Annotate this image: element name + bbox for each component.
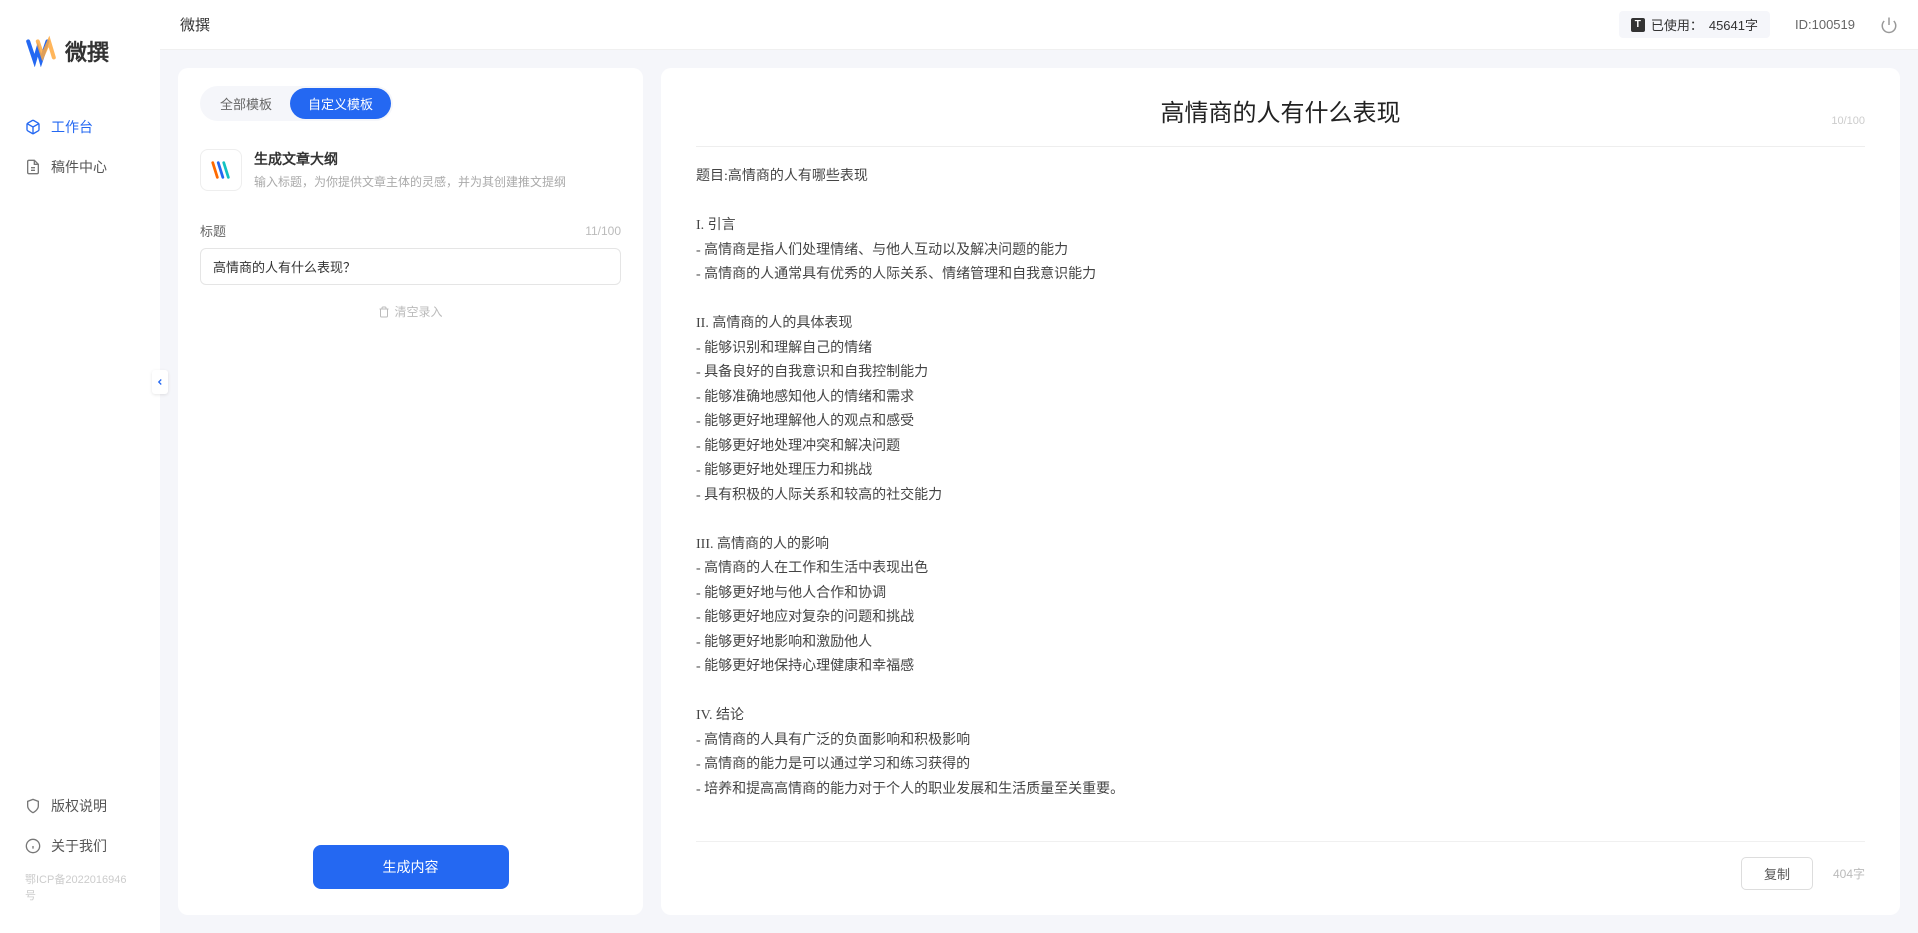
brand-logo: 微撰 — [0, 15, 160, 107]
template-tabs: 全部模板 自定义模板 — [200, 86, 393, 121]
power-icon[interactable] — [1880, 16, 1898, 34]
title-char-counter: 11/100 — [585, 224, 621, 238]
title-input[interactable] — [200, 248, 621, 285]
tab-all-templates[interactable]: 全部模板 — [202, 88, 290, 119]
nav-label: 稿件中心 — [51, 157, 107, 177]
icp-text: 鄂ICP备2022016946号 — [0, 866, 160, 908]
nav-label: 工作台 — [51, 117, 93, 137]
sidebar-item-about[interactable]: 关于我们 — [0, 826, 160, 866]
nav-label: 版权说明 — [51, 796, 107, 816]
clear-label: 清空录入 — [394, 303, 442, 320]
text-badge-icon: T — [1631, 18, 1645, 32]
trash-icon — [378, 306, 390, 318]
sidebar-item-copyright[interactable]: 版权说明 — [0, 786, 160, 826]
tab-custom-template[interactable]: 自定义模板 — [290, 88, 391, 119]
copy-button[interactable]: 复制 — [1741, 857, 1813, 890]
nav-label: 关于我们 — [51, 836, 107, 856]
app-title: 微撰 — [180, 14, 210, 35]
generate-button[interactable]: 生成内容 — [313, 845, 509, 889]
sidebar: 微撰 工作台 稿件中心 版权说明 关于我们 鄂ICP备202201 — [0, 0, 160, 933]
output-title-counter: 10/100 — [1831, 115, 1865, 127]
usage-value: 45641字 — [1709, 15, 1758, 34]
usage-label: 已使用： — [1651, 15, 1703, 34]
output-title: 高情商的人有什么表现 — [696, 93, 1865, 128]
logo-text: 微撰 — [65, 35, 109, 67]
clear-input-button[interactable]: 清空录入 — [200, 303, 621, 320]
output-body: 题目:高情商的人有哪些表现 I. 引言 - 高情商是指人们处理情绪、与他人互动以… — [696, 165, 1865, 831]
template-icon — [200, 149, 242, 191]
output-panel: 高情商的人有什么表现 10/100 题目:高情商的人有哪些表现 I. 引言 - … — [661, 68, 1900, 915]
template-card: 生成文章大纲 输入标题，为你提供文章主体的灵感，并为其创建推文提纲 — [200, 139, 621, 201]
usage-badge: T 已使用： 45641字 — [1619, 11, 1770, 38]
shield-icon — [25, 798, 41, 814]
output-char-count: 404字 — [1833, 865, 1865, 882]
logo-icon — [25, 35, 57, 67]
info-icon — [25, 838, 41, 854]
cube-icon — [25, 119, 41, 135]
input-panel: 全部模板 自定义模板 生成文章大纲 输入标题，为你提供文章主体的灵感，并为其创建… — [178, 68, 643, 915]
sidebar-item-workbench[interactable]: 工作台 — [0, 107, 160, 147]
sidebar-collapse-toggle[interactable] — [152, 370, 168, 394]
template-title: 生成文章大纲 — [254, 149, 566, 169]
field-label-title: 标题 — [200, 221, 226, 240]
topbar: 微撰 T 已使用： 45641字 ID:100519 — [160, 0, 1918, 50]
doc-icon — [25, 159, 41, 175]
user-id: ID:100519 — [1795, 17, 1855, 32]
chevron-left-icon — [155, 377, 165, 387]
sidebar-item-drafts[interactable]: 稿件中心 — [0, 147, 160, 187]
template-desc: 输入标题，为你提供文章主体的灵感，并为其创建推文提纲 — [254, 173, 566, 190]
